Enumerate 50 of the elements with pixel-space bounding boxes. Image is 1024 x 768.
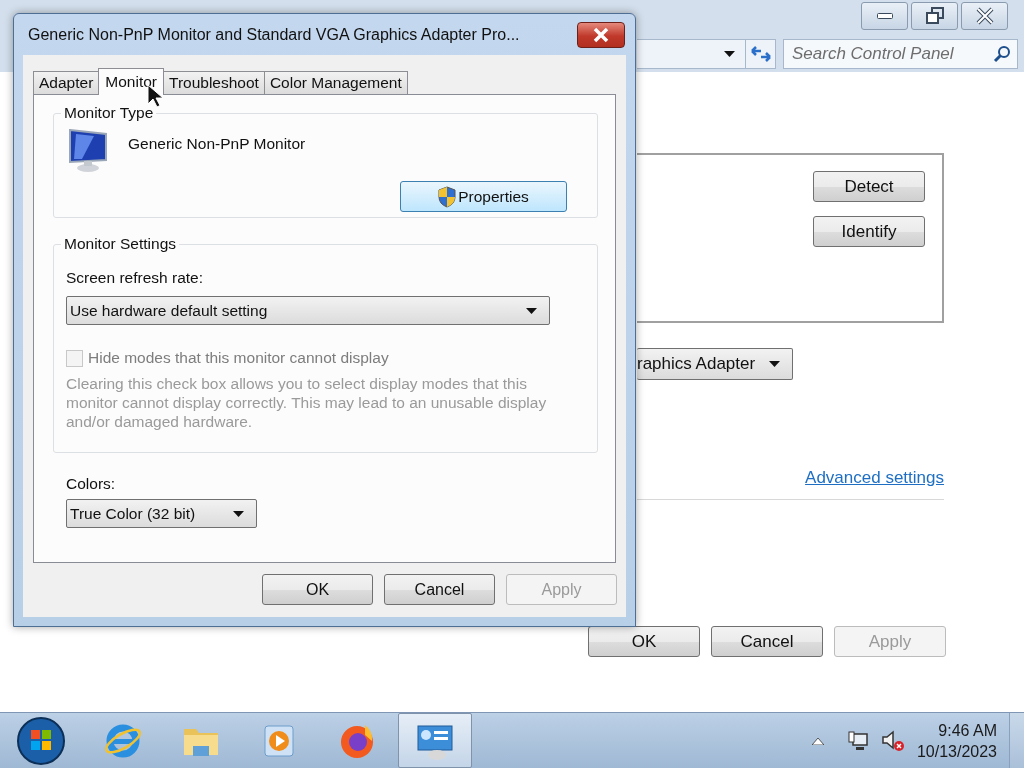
- dropdown[interactable]: True Color (32 bit): [66, 499, 257, 528]
- caret-icon: [233, 510, 244, 517]
- caret-up-icon: [811, 736, 824, 745]
- dropdown[interactable]: raphics Adapter: [637, 348, 793, 380]
- taskbar-button[interactable]: [398, 713, 472, 768]
- dropdown-value: Use hardware default setting: [70, 301, 268, 320]
- dialog-button[interactable]: Cancel: [711, 626, 823, 657]
- restore-button[interactable]: [911, 2, 958, 30]
- close-button[interactable]: [961, 2, 1008, 30]
- speaker-muted-icon[interactable]: [880, 729, 905, 752]
- tab[interactable]: Adapter: [33, 71, 100, 94]
- tab[interactable]: Color Management: [263, 71, 408, 94]
- caret-icon: [724, 51, 735, 57]
- dialog-button[interactable]: OK: [262, 574, 373, 605]
- minimize-icon: [876, 13, 893, 19]
- field-label: Screen refresh rate:: [66, 269, 204, 287]
- close-icon: [592, 26, 610, 43]
- button[interactable]: Detect: [813, 171, 925, 202]
- caret-icon: [769, 361, 780, 367]
- group-title: Monitor Type: [63, 104, 155, 122]
- dropdown[interactable]: Use hardware default setting: [66, 296, 550, 325]
- minimize-button[interactable]: [861, 2, 908, 30]
- dialog-button[interactable]: Cancel: [384, 574, 495, 605]
- shield-icon: [438, 185, 457, 208]
- search-icon: [993, 45, 1011, 63]
- group-title: Monitor Settings: [63, 235, 177, 253]
- help-text: Clearing this check box allows you to select display modes that this monitor cannot display correctly. This may lead to an unusable display and/or damaged hardware.: [66, 374, 548, 431]
- link[interactable]: Advanced settings: [637, 468, 944, 488]
- caret-icon: [526, 307, 537, 314]
- clock-date[interactable]: 10/13/2023: [916, 740, 997, 762]
- clock-time[interactable]: 9:46 AM: [938, 719, 997, 741]
- address-bar[interactable]: [637, 39, 776, 69]
- checkbox-label: Hide modes that this monitor cannot display: [88, 349, 389, 367]
- network-computer-icon[interactable]: [846, 729, 869, 752]
- dialog-button[interactable]: OK: [588, 626, 700, 657]
- tab[interactable]: Troubleshoot: [163, 71, 265, 94]
- button[interactable]: Identify: [813, 216, 925, 247]
- monitor-name: Generic Non-PnP Monitor: [128, 135, 306, 153]
- field-label: Colors:: [66, 475, 116, 493]
- tab[interactable]: Monitor: [98, 68, 164, 95]
- close-icon: [974, 6, 995, 26]
- dropdown-value: raphics Adapter: [637, 354, 756, 374]
- restore-icon: [924, 6, 945, 26]
- search-field[interactable]: Search Control Panel: [783, 39, 1018, 69]
- close-button[interactable]: [577, 21, 625, 48]
- arrows-icon: [749, 45, 772, 63]
- window-title: Generic Non-PnP Monitor and Standard VGA Graphics Adapter Pro...: [28, 25, 521, 44]
- dropdown-value: True Color (32 bit): [70, 504, 196, 523]
- properties-button[interactable]: Properties: [400, 181, 567, 212]
- orb-icon: [16, 715, 66, 766]
